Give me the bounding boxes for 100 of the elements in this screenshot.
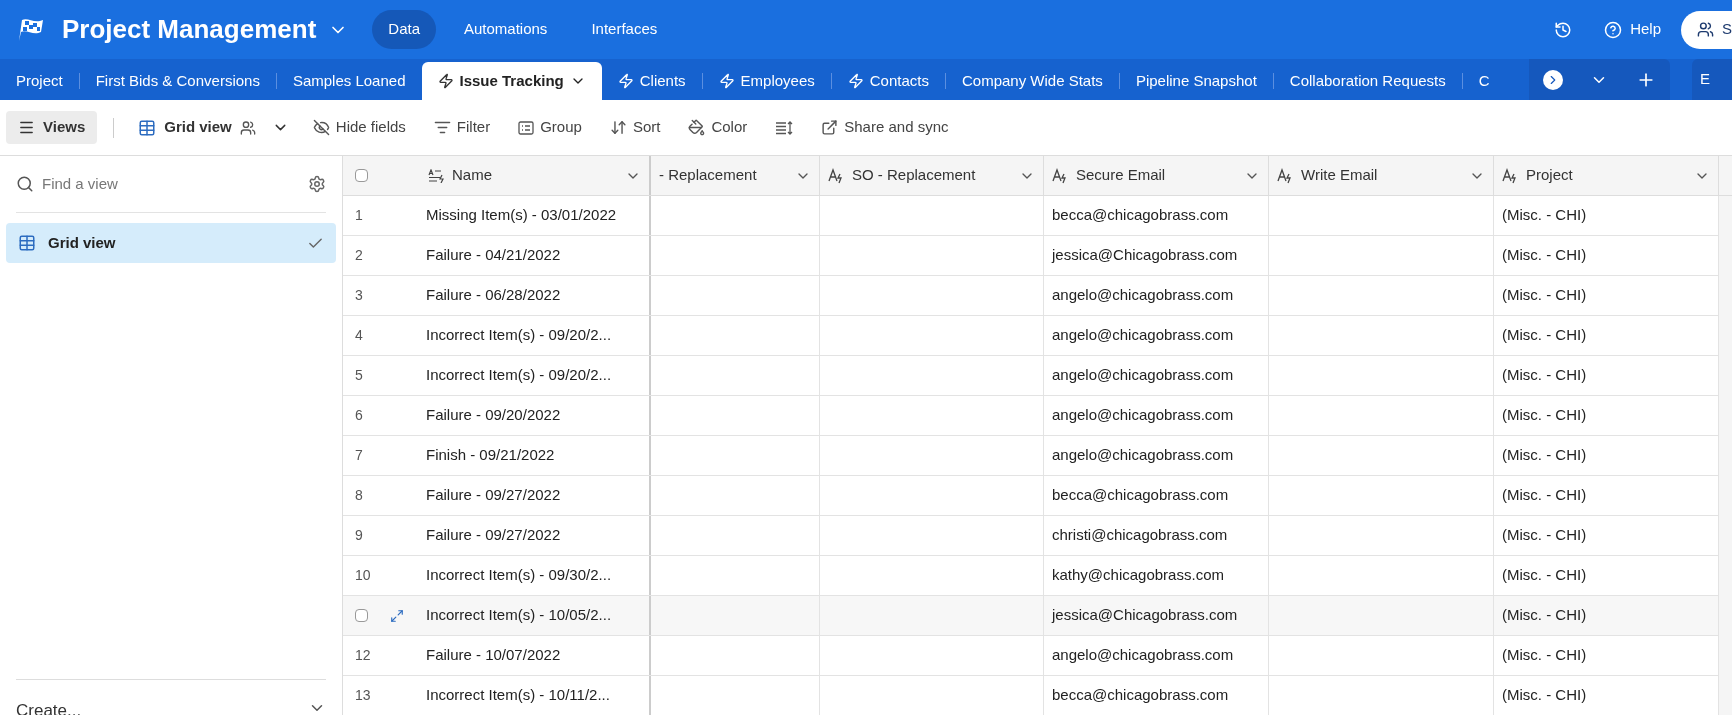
- filter-icon: [433, 119, 451, 136]
- table-cell-text: (Misc. - CHI): [1502, 565, 1587, 586]
- group-toolbar-button[interactable]: Group: [506, 111, 594, 144]
- table-row[interactable]: 6 Failure - 09/20/2022 angelo@chicagobrass.com (Misc. - CHI): [343, 396, 1719, 436]
- table-cell-text: Incorrect Item(s) - 09/20/2...: [426, 365, 612, 386]
- row-number: 9: [355, 526, 363, 545]
- filter-toolbar-button[interactable]: Filter: [421, 111, 503, 144]
- table-cell-text: Failure - 06/28/2022: [426, 285, 561, 306]
- paint-bucket-icon: [688, 119, 706, 136]
- menu-icon: [18, 119, 35, 136]
- column-header[interactable]: Project: [1494, 156, 1719, 195]
- table-tab[interactable]: Collaboration Requests: [1273, 62, 1462, 100]
- table-tab[interactable]: First Bids & Conversions: [79, 62, 276, 100]
- table-row[interactable]: 9 Failure - 09/27/2022 christi@chicagobrass.com (Misc. - CHI): [343, 516, 1719, 556]
- table-cell-text: (Misc. - CHI): [1502, 365, 1587, 386]
- table-cell-text: Finish - 09/21/2022: [426, 445, 555, 466]
- table-cell-text: becca@chicagobrass.com: [1052, 205, 1229, 226]
- table-row[interactable]: Incorrect Item(s) - 10/05/2... jessica@Chicagobrass.com (Misc. - CHI): [343, 596, 1719, 636]
- history-icon[interactable]: [1554, 20, 1573, 39]
- table-cell-text: (Misc. - CHI): [1502, 685, 1587, 706]
- grid-icon: [138, 118, 157, 137]
- table-tab[interactable]: Clients: [601, 62, 702, 100]
- row-number: 1: [355, 206, 363, 225]
- row-number: 8: [355, 486, 363, 505]
- table-row[interactable]: 1 Missing Item(s) - 03/01/2022 becca@chicagobrass.com (Misc. - CHI): [343, 196, 1719, 236]
- row-number: 3: [355, 286, 363, 305]
- column-header[interactable]: Write Email: [1269, 156, 1494, 195]
- table-cell-text: Missing Item(s) - 03/01/2022: [426, 205, 617, 226]
- table-row[interactable]: 4 Incorrect Item(s) - 09/20/2... angelo@chicagobrass.com (Misc. - CHI): [343, 316, 1719, 356]
- share-button[interactable]: S: [1681, 10, 1732, 49]
- table-tab[interactable]: Employees: [702, 62, 831, 100]
- share-toolbar-button[interactable]: Share and sync: [809, 111, 961, 144]
- text-field-icon: [428, 168, 446, 183]
- external-link-icon: [821, 119, 839, 136]
- table-cell-text: Incorrect Item(s) - 09/20/2...: [426, 325, 612, 346]
- settings-icon[interactable]: [308, 175, 326, 193]
- table-cell-text: (Misc. - CHI): [1502, 325, 1587, 346]
- sort-toolbar-button[interactable]: Sort: [597, 111, 673, 144]
- table-tab[interactable]: Pipeline Snapshot: [1119, 62, 1273, 100]
- table-cell-text: (Misc. - CHI): [1502, 605, 1587, 626]
- find-view-field[interactable]: Find a view: [42, 172, 300, 196]
- column-header[interactable]: Secure Email: [1044, 156, 1269, 195]
- views-button[interactable]: Views: [6, 111, 98, 144]
- table-cell-text: becca@chicagobrass.com: [1052, 685, 1229, 706]
- nav-tab[interactable]: Automations: [448, 10, 564, 49]
- table-cell-text: angelo@chicagobrass.com: [1052, 325, 1234, 346]
- table-cell-text: angelo@chicagobrass.com: [1052, 445, 1234, 466]
- bolt-icon: [847, 73, 864, 89]
- table-cell-text: Failure - 04/21/2022: [426, 245, 561, 266]
- table-tab[interactable]: Issue Tracking: [421, 62, 602, 100]
- table-cell-text: Failure - 09/27/2022: [426, 525, 561, 546]
- users-icon: [239, 119, 256, 136]
- table-tab[interactable]: Contacts: [831, 62, 945, 100]
- table-row[interactable]: 2 Failure - 04/21/2022 jessica@Chicagobrass.com (Misc. - CHI): [343, 236, 1719, 276]
- bolt-icon: [617, 73, 634, 89]
- table-row[interactable]: 12 Failure - 10/07/2022 angelo@chicagobrass.com (Misc. - CHI): [343, 636, 1719, 676]
- nav-tab[interactable]: Interfaces: [575, 10, 674, 49]
- row-checkbox[interactable]: [355, 609, 368, 622]
- hide-toolbar-button[interactable]: Hide fields: [300, 111, 418, 144]
- table-cell-text: Failure - 09/20/2022: [426, 405, 561, 426]
- nav-tab[interactable]: Data: [372, 10, 436, 49]
- table-row[interactable]: 3 Failure - 06/28/2022 angelo@chicagobrass.com (Misc. - CHI): [343, 276, 1719, 316]
- table-row[interactable]: 10 Incorrect Item(s) - 09/30/2... kathy@chicagobrass.com (Misc. - CHI): [343, 556, 1719, 596]
- table-row[interactable]: 13 Incorrect Item(s) - 10/11/2... becca@chicagobrass.com (Misc. - CHI): [343, 676, 1719, 715]
- table-row[interactable]: 7 Finish - 09/21/2022 angelo@chicagobrass.com (Misc. - CHI): [343, 436, 1719, 476]
- table-row[interactable]: 5 Incorrect Item(s) - 09/20/2... angelo@chicagobrass.com (Misc. - CHI): [343, 356, 1719, 396]
- column-header[interactable]: SO - Replacement: [820, 156, 1044, 195]
- view-item[interactable]: Grid view: [6, 223, 336, 263]
- scroll-right-button[interactable]: [1542, 69, 1563, 90]
- users-icon: [1697, 21, 1714, 38]
- table-cell-text: jessica@Chicagobrass.com: [1052, 605, 1238, 626]
- color-toolbar-button[interactable]: Color: [676, 111, 760, 144]
- row-number: 13: [355, 686, 371, 705]
- row-number: 6: [355, 406, 363, 425]
- table-cell-text: Incorrect Item(s) - 09/30/2...: [426, 565, 612, 586]
- table-cell-text: (Misc. - CHI): [1502, 525, 1587, 546]
- table-cell-text: becca@chicagobrass.com: [1052, 485, 1229, 506]
- row-height-icon: [775, 120, 794, 135]
- expand-icon[interactable]: [390, 608, 404, 623]
- help-button[interactable]: Help: [1604, 18, 1661, 41]
- table-cell-text: (Misc. - CHI): [1502, 645, 1587, 666]
- table-tab[interactable]: Project: [0, 62, 79, 100]
- table-cell-text: (Misc. - CHI): [1502, 485, 1587, 506]
- table-tab[interactable]: Samples Loaned: [276, 62, 422, 100]
- table-cell-text: Failure - 09/27/2022: [426, 485, 561, 506]
- table-cell-text: (Misc. - CHI): [1502, 445, 1587, 466]
- table-row[interactable]: 8 Failure - 09/27/2022 becca@chicagobrass.com (Misc. - CHI): [343, 476, 1719, 516]
- row-number: 12: [355, 646, 371, 665]
- row-number: 2: [355, 246, 363, 265]
- table-cell-text: angelo@chicagobrass.com: [1052, 285, 1234, 306]
- table-tab[interactable]: Company Wide Stats: [946, 62, 1119, 100]
- table-tab[interactable]: C: [1462, 62, 1506, 100]
- column-header[interactable]: - Replacement: [651, 156, 820, 195]
- extra-tab[interactable]: E: [1692, 59, 1732, 100]
- table-cell-text: angelo@chicagobrass.com: [1052, 405, 1234, 426]
- table-cell-text: angelo@chicagobrass.com: [1052, 645, 1234, 666]
- select-all-checkbox[interactable]: [355, 169, 368, 182]
- table-cell-text: (Misc. - CHI): [1502, 245, 1587, 266]
- table-cell-text: kathy@chicagobrass.com: [1052, 565, 1224, 586]
- view-switcher-button[interactable]: Grid view: [130, 111, 297, 144]
